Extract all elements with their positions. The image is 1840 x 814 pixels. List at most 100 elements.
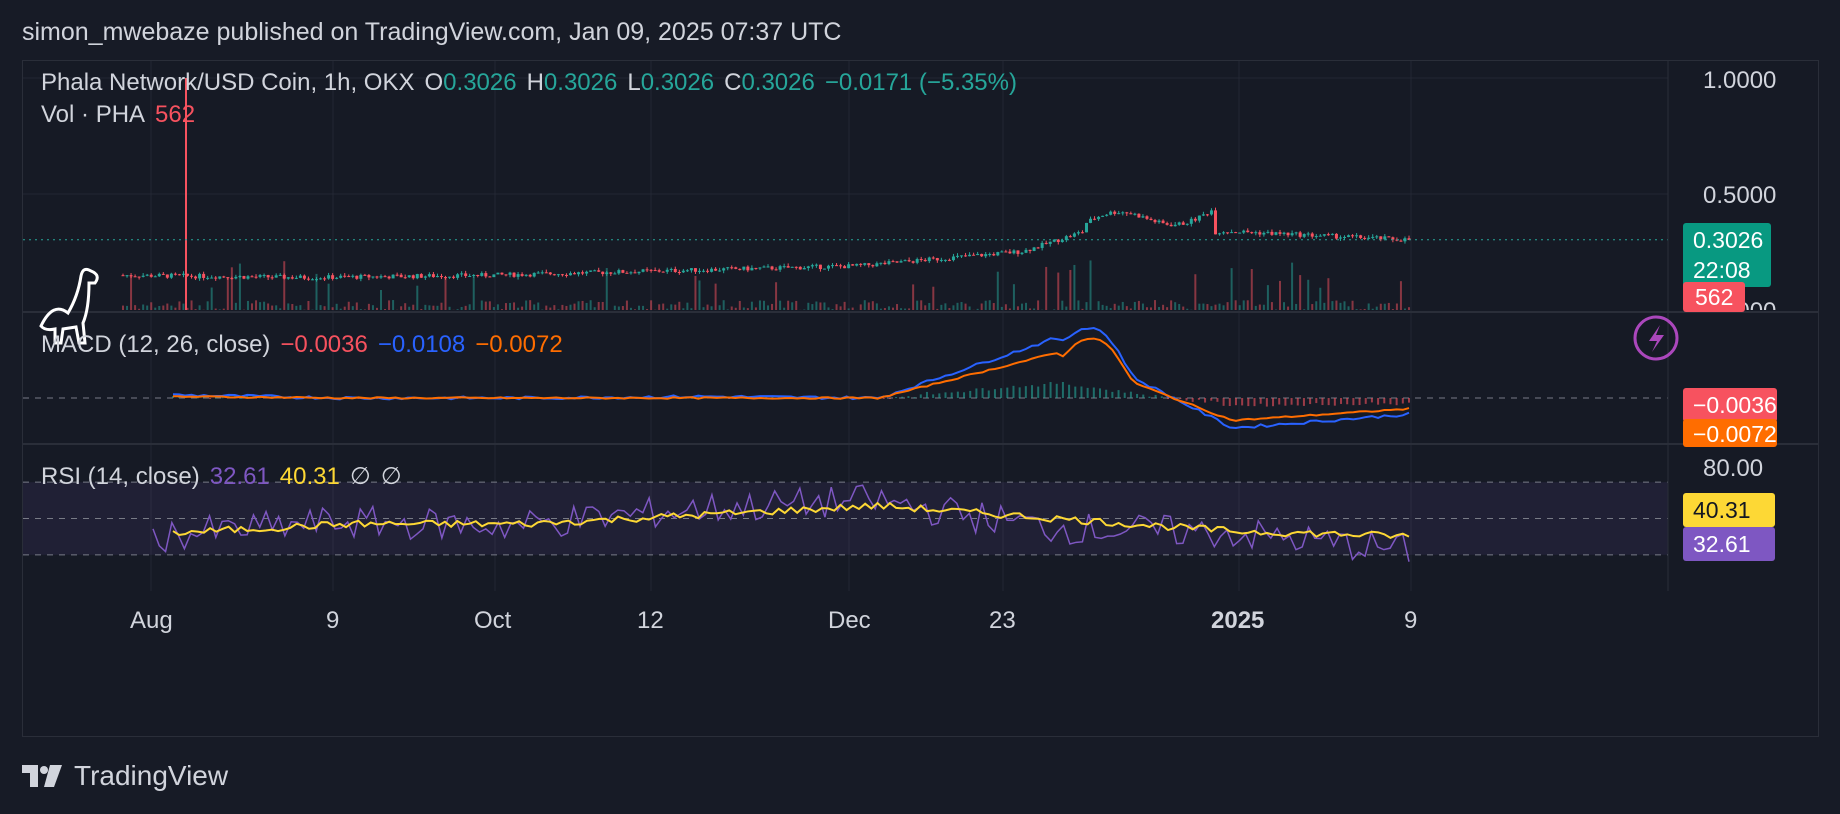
macd-histogram-bar (1241, 398, 1244, 406)
volume-bar (650, 300, 653, 310)
volume-bar (206, 301, 209, 310)
candle-body (560, 274, 564, 276)
candle-body (1133, 213, 1137, 215)
candle-body (294, 277, 298, 279)
volume-bar (388, 300, 391, 310)
candle-body (1383, 236, 1387, 240)
macd-histogram-bar (1228, 398, 1231, 407)
volume-bar (1004, 304, 1007, 310)
candle-body (202, 273, 206, 278)
candle-body (1044, 242, 1048, 244)
candle-body (226, 277, 230, 279)
macd-histogram-bar (1074, 386, 1077, 398)
volume-bar (1029, 308, 1032, 310)
rsi-pane (23, 481, 1668, 562)
macd-histogram-bar (1012, 385, 1015, 398)
volume-bar (1020, 303, 1023, 310)
candle-body (798, 266, 802, 270)
candle-body (460, 273, 464, 275)
volume-bar (1307, 279, 1310, 310)
volume-label[interactable]: Vol · PHA (41, 101, 145, 128)
macd-histogram-bar (1315, 398, 1318, 404)
volume-bar (134, 305, 137, 310)
volume-bar (1129, 308, 1132, 310)
candle-body (1209, 210, 1213, 215)
rsi-label[interactable]: RSI (14, close) (41, 463, 200, 490)
volume-bar (456, 309, 459, 310)
volume-bar (658, 304, 661, 310)
candle-body (762, 266, 766, 268)
volume-bar (718, 305, 721, 310)
last-price-value: 0.3026 (1693, 227, 1764, 253)
candle-body (1185, 223, 1189, 225)
candle-body (141, 275, 145, 277)
volume-bar (424, 304, 427, 310)
tradingview-footer[interactable]: TradingView (22, 760, 228, 792)
candle-body (766, 266, 770, 268)
candle-body (1016, 250, 1020, 254)
candle-body (1270, 231, 1274, 235)
macd-histogram-bar (1111, 391, 1114, 398)
candle-body (915, 259, 919, 263)
chart-panel[interactable]: Phala Network/USD Coin, 1h, OKX O0.3026 H0… (22, 60, 1819, 737)
volume-bar (916, 300, 919, 310)
candle-body (782, 266, 786, 268)
candle-body (903, 260, 907, 262)
candle-body (512, 272, 516, 277)
chart-canvas[interactable] (23, 61, 1818, 736)
candle-body (1197, 215, 1201, 221)
candle-body (710, 268, 714, 272)
candle-body (1314, 236, 1318, 238)
macd-label[interactable]: MACD (12, 26, close) (41, 331, 270, 358)
volume-bar (1105, 305, 1108, 310)
candle-body (810, 265, 814, 267)
candle-body (649, 269, 653, 271)
volume-bar (323, 306, 326, 310)
candle-body (593, 270, 597, 272)
symbol-label[interactable]: Phala Network/USD Coin, 1h, OKX (41, 69, 415, 96)
candle-body (726, 267, 730, 269)
volume-bar (1162, 304, 1165, 310)
candle-body (210, 277, 214, 279)
volume-bar (513, 302, 516, 310)
macd-histogram-bar (1370, 398, 1373, 403)
candle-body (468, 276, 472, 278)
volume-bar (815, 301, 818, 310)
volume-bar (126, 305, 129, 310)
candle-body (157, 273, 161, 277)
candle-body (278, 274, 282, 276)
macd-histogram-bar (1024, 386, 1027, 398)
volume-bar (335, 303, 338, 310)
volume-bar (1327, 278, 1330, 310)
time-axis-label: 12 (637, 607, 664, 634)
candle-body (1298, 232, 1302, 237)
volume-bar (194, 309, 197, 310)
volume-bar (863, 300, 866, 310)
candle-body (1101, 215, 1105, 217)
candle-body (875, 263, 879, 267)
candle-body (1306, 233, 1310, 235)
macd-histogram-bar (882, 398, 885, 399)
volume-bar (1367, 303, 1370, 310)
candle-body (306, 278, 310, 280)
candle-body (464, 273, 468, 277)
candle-body (250, 276, 254, 278)
volume-bar (928, 303, 931, 310)
volume-bar (722, 300, 725, 310)
candle-body (439, 276, 443, 278)
volume-bar (363, 309, 366, 310)
volume-bar (460, 306, 463, 310)
volume-bar (795, 300, 798, 310)
lightning-icon[interactable] (1633, 315, 1679, 361)
macd-histogram-bar (1302, 398, 1305, 406)
candle-body (758, 267, 762, 269)
candle-body (1149, 218, 1153, 221)
volume-bar (472, 276, 475, 310)
volume-bar (944, 303, 947, 310)
candle-body (1145, 216, 1149, 219)
candle-body (697, 270, 701, 272)
candle-body (258, 275, 262, 277)
volume-bar (1270, 302, 1273, 310)
volume-bar (1351, 300, 1354, 310)
volume-bar (529, 300, 532, 310)
